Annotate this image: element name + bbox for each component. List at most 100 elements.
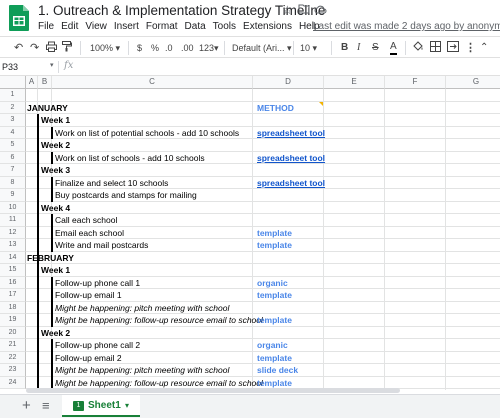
borders-icon[interactable] [430, 41, 441, 55]
all-sheets-button[interactable]: ≡ [42, 399, 50, 413]
row-header[interactable]: 1 [0, 89, 26, 102]
cell-task[interactable]: Follow-up email 2 [55, 352, 122, 364]
row-header[interactable]: 10 [0, 201, 26, 214]
cell-task[interactable]: Email each school [55, 227, 124, 239]
add-sheet-button[interactable]: + [22, 398, 31, 413]
undo-icon[interactable]: ↶ [14, 41, 23, 55]
collapse-toolbar-button[interactable]: ⌃ [480, 41, 488, 55]
cell-method[interactable]: template [257, 314, 292, 326]
row-header[interactable]: 21 [0, 339, 26, 352]
cell-method[interactable]: template [257, 352, 292, 364]
menu-extensions[interactable]: Extensions [243, 21, 292, 32]
sheet-tab-sheet1[interactable]: 1 Sheet1 ▾ [62, 395, 140, 417]
row-header[interactable]: 15 [0, 264, 26, 277]
menu-file[interactable]: File [38, 21, 54, 32]
more-formats-select[interactable]: 123▾ [199, 41, 219, 55]
row-header[interactable]: 16 [0, 276, 26, 289]
cell-week[interactable]: Week 1 [41, 264, 70, 276]
cell-week[interactable]: Week 1 [41, 114, 70, 126]
column-header-f[interactable]: F [385, 76, 446, 89]
more-options-button[interactable]: ⋮ [465, 41, 476, 55]
row-header[interactable]: 4 [0, 126, 26, 139]
cell-method[interactable]: template [257, 239, 292, 251]
row-header[interactable]: 13 [0, 239, 26, 252]
row-header[interactable]: 11 [0, 214, 26, 227]
cell-week[interactable]: Week 2 [41, 139, 70, 151]
cloud-status-icon[interactable] [314, 3, 327, 17]
paint-format-icon[interactable] [62, 41, 72, 55]
menu-view[interactable]: View [85, 21, 107, 32]
cell-method[interactable]: template [257, 377, 292, 389]
row-header[interactable]: 6 [0, 151, 26, 164]
column-header-d[interactable]: D [253, 76, 324, 89]
cell-task[interactable]: Follow-up email 1 [55, 289, 122, 301]
horizontal-scrollbar[interactable] [26, 388, 400, 393]
cell-method[interactable]: METHOD [257, 102, 294, 114]
star-icon[interactable]: ☆ [282, 3, 293, 17]
row-header[interactable]: 7 [0, 164, 26, 177]
cell-method[interactable]: spreadsheet tool [257, 177, 325, 189]
merge-cells-icon[interactable] [447, 41, 459, 55]
percent-format-button[interactable]: % [151, 41, 159, 55]
row-header[interactable]: 22 [0, 351, 26, 364]
increase-decimal-button[interactable]: .00 [181, 41, 194, 55]
cell-method[interactable]: spreadsheet tool [257, 127, 325, 139]
formula-input[interactable] [82, 60, 492, 74]
column-header-b[interactable]: B [38, 76, 52, 89]
row-header[interactable]: 5 [0, 139, 26, 152]
column-header-e[interactable]: E [324, 76, 385, 89]
menu-format[interactable]: Format [146, 21, 178, 32]
cell-method[interactable]: spreadsheet tool [257, 152, 325, 164]
row-header[interactable]: 18 [0, 301, 26, 314]
redo-icon[interactable]: ↷ [30, 41, 39, 55]
row-header[interactable]: 3 [0, 114, 26, 127]
cell-task[interactable]: Call each school [55, 214, 117, 226]
cell-week[interactable]: Week 4 [41, 202, 70, 214]
column-header-a[interactable]: A [26, 76, 38, 89]
cell-week[interactable]: Week 3 [41, 164, 70, 176]
cell-task[interactable]: Work on list of potential schools - add … [55, 127, 239, 139]
row-header[interactable]: 17 [0, 289, 26, 302]
cell-task[interactable]: Write and mail postcards [55, 239, 148, 251]
menu-edit[interactable]: Edit [61, 21, 78, 32]
fill-color-icon[interactable] [412, 41, 423, 55]
cell-task[interactable]: Might be happening: pitch meeting with s… [55, 364, 229, 376]
row-header[interactable]: 2 [0, 101, 26, 114]
print-icon[interactable] [46, 41, 57, 55]
cell-month[interactable]: JANUARY [27, 102, 68, 114]
name-box-dropdown-icon[interactable]: ▾ [50, 61, 54, 69]
strikethrough-button[interactable]: S [372, 41, 379, 55]
cell-task[interactable]: Buy postcards and stamps for mailing [55, 189, 197, 201]
row-header[interactable]: 9 [0, 189, 26, 202]
row-header[interactable]: 12 [0, 226, 26, 239]
menu-data[interactable]: Data [185, 21, 206, 32]
last-edit-link[interactable]: Last edit was made 2 days ago by anonymo… [313, 21, 500, 32]
cell-method[interactable]: organic [257, 339, 288, 351]
cell-task[interactable]: Might be happening: pitch meeting with s… [55, 302, 229, 314]
row-header[interactable]: 14 [0, 251, 26, 264]
row-header[interactable]: 23 [0, 364, 26, 377]
column-header-c[interactable]: C [52, 76, 253, 89]
decrease-decimal-button[interactable]: .0 [165, 41, 173, 55]
sheet-grid[interactable]: A B C D E F G 1 2 JANUARY METHOD 3 Week 1 4 Wor… [0, 76, 500, 390]
cell-method[interactable]: slide deck [257, 364, 298, 376]
sheet-menu-caret-icon[interactable]: ▾ [125, 401, 129, 410]
italic-button[interactable]: I [357, 41, 360, 55]
column-header-g[interactable]: G [446, 76, 500, 89]
select-all-corner[interactable] [0, 76, 26, 89]
cell-task[interactable]: Might be happening: follow-up resource e… [55, 314, 263, 326]
sheets-logo-icon[interactable] [8, 4, 30, 32]
font-size-select[interactable]: 10 ▾ [300, 41, 317, 55]
move-folder-icon[interactable] [298, 3, 310, 17]
bold-button[interactable]: B [341, 41, 348, 55]
row-header[interactable]: 8 [0, 176, 26, 189]
cell-week[interactable]: Week 2 [41, 327, 70, 339]
name-box[interactable]: P33 [2, 61, 54, 73]
menu-tools[interactable]: Tools [213, 21, 236, 32]
cell-method[interactable]: template [257, 227, 292, 239]
text-color-button[interactable]: A [390, 41, 397, 55]
currency-format-button[interactable]: $ [137, 41, 142, 55]
cell-task[interactable]: Finalize and select 10 schools [55, 177, 168, 189]
menu-insert[interactable]: Insert [114, 21, 139, 32]
cell-method[interactable]: template [257, 289, 292, 301]
